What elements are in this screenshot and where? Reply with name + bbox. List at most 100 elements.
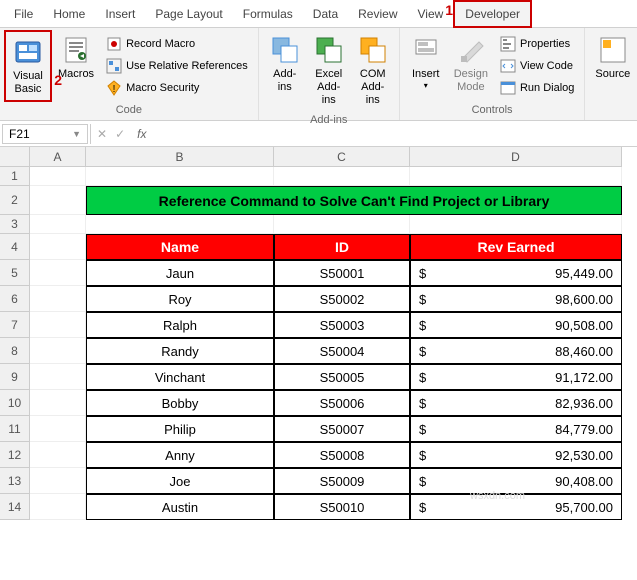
cell[interactable] — [274, 167, 410, 186]
tab-home[interactable]: Home — [43, 2, 95, 26]
table-cell-name[interactable]: Bobby — [86, 390, 274, 416]
chevron-down-icon[interactable]: ▼ — [72, 129, 81, 139]
table-cell-name[interactable]: Roy — [86, 286, 274, 312]
table-cell-rev[interactable]: $88,460.00 — [410, 338, 622, 364]
view-code-button[interactable]: View Code — [496, 56, 578, 76]
cell[interactable] — [30, 468, 86, 494]
visual-basic-button[interactable]: Visual Basic 2 — [4, 30, 52, 102]
table-cell-rev[interactable]: $90,508.00 — [410, 312, 622, 338]
table-cell-id[interactable]: S50005 — [274, 364, 410, 390]
cell[interactable] — [30, 215, 86, 234]
cell[interactable] — [86, 215, 274, 234]
table-cell-name[interactable]: Vinchant — [86, 364, 274, 390]
column-header[interactable]: A — [30, 147, 86, 167]
table-cell-id[interactable]: S50008 — [274, 442, 410, 468]
column-header[interactable]: D — [410, 147, 622, 167]
row-header[interactable]: 4 — [0, 234, 30, 260]
cell[interactable] — [30, 167, 86, 186]
tab-review[interactable]: Review — [348, 2, 407, 26]
table-cell-rev[interactable]: $91,172.00 — [410, 364, 622, 390]
table-cell-id[interactable]: S50006 — [274, 390, 410, 416]
table-cell-rev[interactable]: $92,530.00 — [410, 442, 622, 468]
row-header[interactable]: 11 — [0, 416, 30, 442]
table-cell-rev[interactable]: $82,936.00 — [410, 390, 622, 416]
row-header[interactable]: 5 — [0, 260, 30, 286]
table-cell-name[interactable]: Jaun — [86, 260, 274, 286]
table-header-id[interactable]: ID — [274, 234, 410, 260]
cell[interactable] — [410, 215, 622, 234]
tab-file[interactable]: File — [4, 2, 43, 26]
chevron-down-icon: ▾ — [424, 81, 428, 91]
fx-icon[interactable]: fx — [131, 127, 152, 141]
table-cell-name[interactable]: Austin — [86, 494, 274, 520]
table-cell-name[interactable]: Anny — [86, 442, 274, 468]
cancel-formula-icon[interactable]: ✕ — [97, 127, 107, 141]
excel-addins-button[interactable]: Excel Add-ins — [307, 30, 351, 112]
table-cell-rev[interactable]: $95,449.00 — [410, 260, 622, 286]
cell[interactable] — [30, 442, 86, 468]
source-button[interactable]: Source — [589, 30, 636, 85]
row-header[interactable]: 2 — [0, 186, 30, 215]
table-cell-id[interactable]: S50001 — [274, 260, 410, 286]
macro-security-button[interactable]: ! Macro Security — [102, 78, 252, 98]
properties-button[interactable]: Properties — [496, 34, 578, 54]
name-box[interactable]: F21 ▼ — [2, 124, 88, 144]
row-header[interactable]: 14 — [0, 494, 30, 520]
table-cell-id[interactable]: S50010 — [274, 494, 410, 520]
cell[interactable] — [410, 167, 622, 186]
select-all-corner[interactable] — [0, 147, 30, 167]
run-dialog-label: Run Dialog — [520, 82, 574, 94]
table-cell-id[interactable]: S50002 — [274, 286, 410, 312]
table-header-rev[interactable]: Rev Earned — [410, 234, 622, 260]
insert-control-button[interactable]: Insert ▾ — [404, 30, 448, 95]
addins-button[interactable]: Add- ins — [263, 30, 307, 98]
table-cell-name[interactable]: Ralph — [86, 312, 274, 338]
table-cell-id[interactable]: S50004 — [274, 338, 410, 364]
cell[interactable] — [30, 186, 86, 215]
table-cell-name[interactable]: Philip — [86, 416, 274, 442]
cell[interactable] — [274, 215, 410, 234]
cell[interactable] — [30, 416, 86, 442]
confirm-formula-icon[interactable]: ✓ — [115, 127, 125, 141]
table-cell-id[interactable]: S50003 — [274, 312, 410, 338]
run-dialog-button[interactable]: Run Dialog — [496, 78, 578, 98]
row-header[interactable]: 7 — [0, 312, 30, 338]
tab-insert[interactable]: Insert — [95, 2, 145, 26]
row-header[interactable]: 8 — [0, 338, 30, 364]
row-header[interactable]: 9 — [0, 364, 30, 390]
cell[interactable] — [30, 390, 86, 416]
row-header[interactable]: 13 — [0, 468, 30, 494]
design-mode-button[interactable]: Design Mode — [448, 30, 494, 98]
row-header[interactable]: 3 — [0, 215, 30, 234]
table-header-name[interactable]: Name — [86, 234, 274, 260]
table-cell-id[interactable]: S50007 — [274, 416, 410, 442]
row-header[interactable]: 12 — [0, 442, 30, 468]
cell[interactable] — [30, 234, 86, 260]
table-cell-rev[interactable]: $98,600.00 — [410, 286, 622, 312]
table-cell-rev[interactable]: $84,779.00 — [410, 416, 622, 442]
column-header[interactable]: C — [274, 147, 410, 167]
record-macro-button[interactable]: Record Macro — [102, 34, 252, 54]
title-cell[interactable]: Reference Command to Solve Can't Find Pr… — [86, 186, 622, 215]
com-addins-button[interactable]: COM Add-ins — [351, 30, 395, 112]
cell[interactable] — [86, 167, 274, 186]
cell[interactable] — [30, 312, 86, 338]
row-header[interactable]: 1 — [0, 167, 30, 186]
cell[interactable] — [30, 260, 86, 286]
use-relative-references-button[interactable]: Use Relative References — [102, 56, 252, 76]
row-header[interactable]: 10 — [0, 390, 30, 416]
table-cell-name[interactable]: Joe — [86, 468, 274, 494]
row-header[interactable]: 6 — [0, 286, 30, 312]
table-cell-id[interactable]: S50009 — [274, 468, 410, 494]
column-header[interactable]: B — [86, 147, 274, 167]
tab-developer[interactable]: 1 Developer — [453, 0, 532, 28]
tab-formulas[interactable]: Formulas — [233, 2, 303, 26]
tab-page-layout[interactable]: Page Layout — [145, 2, 232, 26]
table-cell-name[interactable]: Randy — [86, 338, 274, 364]
cell[interactable] — [30, 364, 86, 390]
formula-input[interactable] — [152, 124, 637, 144]
cell[interactable] — [30, 286, 86, 312]
tab-data[interactable]: Data — [303, 2, 348, 26]
cell[interactable] — [30, 494, 86, 520]
cell[interactable] — [30, 338, 86, 364]
